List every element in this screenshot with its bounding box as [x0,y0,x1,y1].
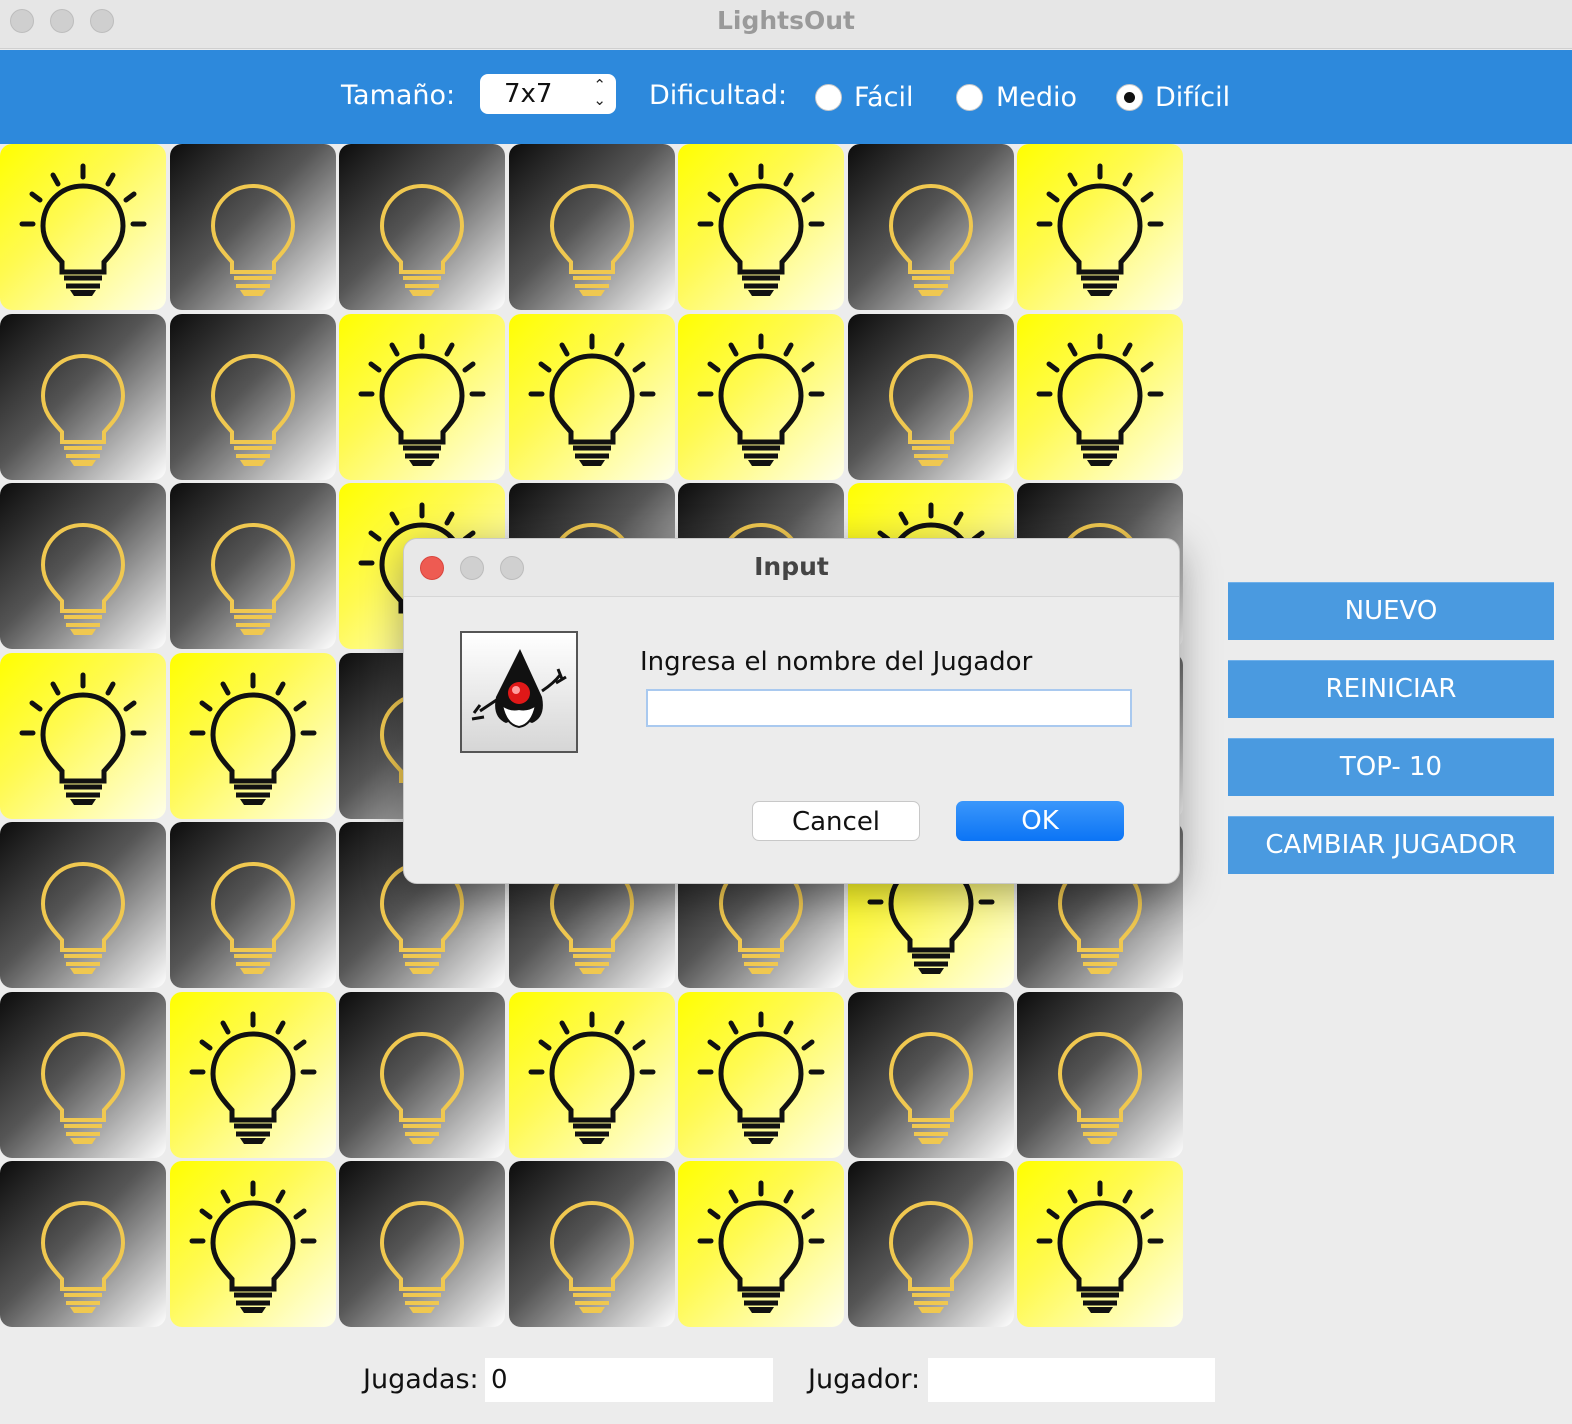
dialog-message: Ingresa el nombre del Jugador [640,647,1033,677]
light-cell-r6-c1[interactable] [0,992,166,1158]
light-cell-r3-c2[interactable] [170,483,336,649]
input-dialog: Input Ingresa el nombre del Jugador Canc… [403,538,1180,884]
light-cell-r2-c2[interactable] [170,314,336,480]
light-cell-r3-c1[interactable] [0,483,166,649]
light-cell-r7-c7[interactable] [1017,1161,1183,1327]
light-cell-r6-c3[interactable] [339,992,505,1158]
light-cell-r7-c5[interactable] [678,1161,844,1327]
light-cell-r1-c2[interactable] [170,144,336,310]
radio-hard[interactable] [1116,84,1143,111]
player-field [928,1358,1215,1402]
size-label: Tamaño: [341,80,456,111]
java-duke-icon [460,631,578,753]
light-cell-r7-c6[interactable] [848,1161,1014,1327]
updown-chevron-icon: ⌃ ⌄ [593,76,606,109]
light-cell-r4-c1[interactable] [0,653,166,819]
light-cell-r6-c7[interactable] [1017,992,1183,1158]
light-cell-r2-c5[interactable] [678,314,844,480]
light-cell-r7-c4[interactable] [509,1161,675,1327]
light-cell-r4-c2[interactable] [170,653,336,819]
moves-label: Jugadas: [363,1364,479,1395]
light-cell-r1-c6[interactable] [848,144,1014,310]
light-cell-r7-c1[interactable] [0,1161,166,1327]
light-cell-r6-c5[interactable] [678,992,844,1158]
light-cell-r7-c3[interactable] [339,1161,505,1327]
radio-hard-label[interactable]: Difícil [1155,82,1230,113]
light-cell-r7-c2[interactable] [170,1161,336,1327]
top10-button[interactable]: TOP- 10 [1228,738,1554,796]
dialog-titlebar: Input [404,539,1179,597]
light-cell-r1-c5[interactable] [678,144,844,310]
light-cell-r2-c7[interactable] [1017,314,1183,480]
light-cell-r2-c6[interactable] [848,314,1014,480]
cancel-button[interactable]: Cancel [752,801,920,841]
player-name-input[interactable] [646,689,1132,727]
toolbar: Tamaño: 7x7 ⌃ ⌄ Dificultad: Fácil Medio D… [0,50,1572,144]
window-titlebar: LightsOut [0,0,1572,49]
window-title: LightsOut [716,6,856,35]
light-cell-r1-c7[interactable] [1017,144,1183,310]
light-cell-r6-c6[interactable] [848,992,1014,1158]
restart-button[interactable]: REINICIAR [1228,660,1554,718]
radio-easy[interactable] [815,84,842,111]
light-cell-r2-c4[interactable] [509,314,675,480]
size-select[interactable]: 7x7 ⌃ ⌄ [480,74,616,114]
light-cell-r5-c2[interactable] [170,822,336,988]
light-cell-r6-c4[interactable] [509,992,675,1158]
light-cell-r6-c2[interactable] [170,992,336,1158]
light-cell-r1-c3[interactable] [339,144,505,310]
light-cell-r2-c3[interactable] [339,314,505,480]
light-cell-r1-c1[interactable] [0,144,166,310]
radio-medium-label[interactable]: Medio [996,82,1077,113]
new-game-button[interactable]: NUEVO [1228,582,1554,640]
ok-button[interactable]: OK [956,801,1124,841]
player-label: Jugador: [808,1364,921,1395]
size-select-value: 7x7 [504,79,553,109]
light-cell-r1-c4[interactable] [509,144,675,310]
light-cell-r5-c1[interactable] [0,822,166,988]
dialog-title: Input [754,552,829,581]
radio-medium[interactable] [956,84,983,111]
difficulty-label: Dificultad: [649,80,788,111]
radio-easy-label[interactable]: Fácil [854,82,913,113]
change-player-button[interactable]: CAMBIAR JUGADOR [1228,816,1554,874]
moves-field: 0 [485,1358,773,1402]
light-cell-r2-c1[interactable] [0,314,166,480]
